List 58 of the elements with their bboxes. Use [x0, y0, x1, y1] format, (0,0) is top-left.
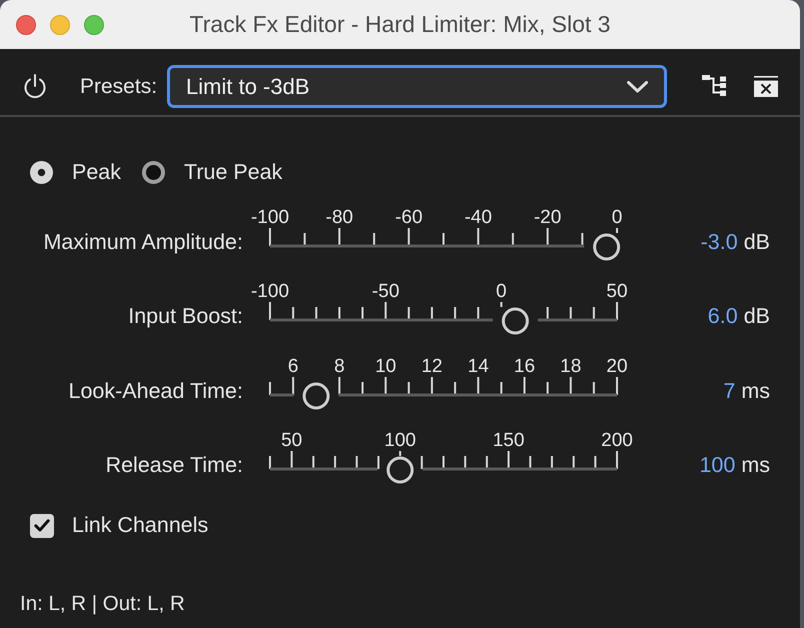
scale-label: 50	[281, 430, 302, 451]
scale-label: 12	[421, 356, 442, 376]
slider-thumb[interactable]	[593, 233, 620, 260]
radio-label[interactable]: True Peak	[184, 156, 282, 189]
scale-label: -50	[372, 281, 400, 302]
hierarchy-icon[interactable]	[702, 74, 726, 98]
scale-label: 150	[492, 430, 524, 451]
scale-label: 200	[601, 430, 633, 451]
scale-label: -80	[326, 206, 354, 228]
scale-label: -100	[250, 206, 290, 228]
scale-label: -40	[464, 206, 492, 228]
scale-label: 0	[496, 281, 507, 302]
scale-label: 50	[606, 281, 628, 302]
presets-label: Presets:	[80, 74, 158, 100]
status-text: In: L, R | Out: L, R	[19, 590, 185, 616]
value-field[interactable]: 6.0	[708, 304, 738, 328]
scale-label: 20	[606, 356, 628, 376]
scale-label: 6	[288, 356, 298, 376]
slider-label: Maximum Amplitude:	[42, 228, 243, 256]
radio-button[interactable]	[30, 161, 53, 184]
unit-label: ms	[741, 378, 770, 402]
presets-dropdown[interactable]: Limit to -3dB	[167, 65, 668, 108]
value-field[interactable]: 7	[723, 378, 736, 402]
slider-track[interactable]	[270, 456, 617, 484]
scale-label: 8	[334, 356, 345, 376]
scale-label: 10	[375, 356, 396, 376]
scale-label: 16	[514, 356, 536, 376]
radio-button[interactable]	[142, 161, 166, 184]
scale-label: 100	[384, 430, 416, 451]
checkbox-label[interactable]: Link Channels	[72, 509, 208, 542]
scale-label: -60	[395, 206, 423, 228]
slider-label: Look-Ahead Time:	[68, 378, 243, 404]
close-window-icon[interactable]	[16, 14, 36, 34]
slider-track[interactable]	[270, 382, 617, 409]
unit-label: dB	[744, 304, 770, 328]
close-box-icon[interactable]	[754, 76, 778, 97]
scale-label: -100	[250, 281, 290, 302]
slider-thumb[interactable]	[386, 456, 414, 484]
window-title: Track Fx Editor - Hard Limiter: Mix, Slot 3	[190, 11, 610, 38]
chevron-icon	[627, 80, 648, 92]
scale-label: -20	[534, 206, 562, 228]
slider-track[interactable]	[270, 308, 617, 334]
slider-thumb[interactable]	[502, 308, 529, 334]
checkmark-icon	[34, 519, 50, 532]
scale-label: 18	[560, 356, 582, 376]
unit-label: dB	[744, 230, 770, 254]
value-field[interactable]: 100	[699, 453, 736, 477]
slider-label: Input Boost:	[127, 303, 243, 330]
slider-track[interactable]	[270, 233, 620, 260]
scale-label: 0	[612, 206, 622, 228]
scale-label: 14	[468, 356, 489, 376]
checkbox[interactable]	[30, 514, 54, 538]
slider-thumb[interactable]	[302, 382, 330, 409]
power-icon[interactable]	[23, 74, 47, 99]
radio-label[interactable]: Peak	[72, 156, 122, 189]
slider-label: Release Time:	[104, 452, 243, 479]
unit-label: ms	[741, 453, 770, 477]
value-field[interactable]: -3.0	[700, 230, 738, 254]
